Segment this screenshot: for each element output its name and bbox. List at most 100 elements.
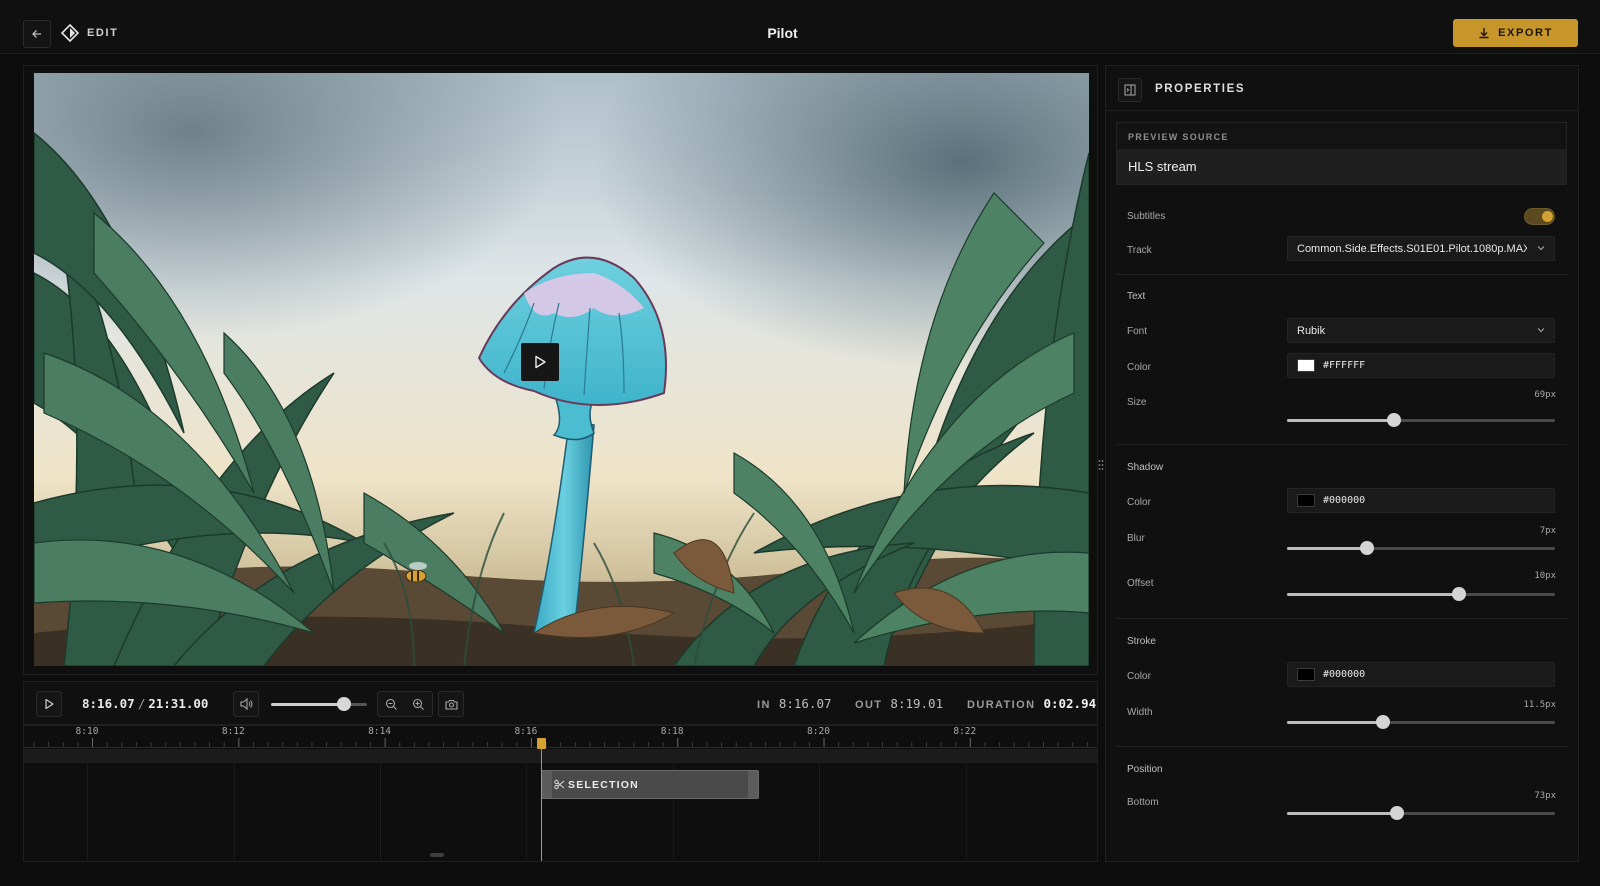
chevron-down-icon (1537, 246, 1545, 251)
zoom-out-icon (385, 698, 397, 710)
slider-fill (1287, 812, 1397, 815)
stroke-color-swatch[interactable] (1297, 668, 1315, 681)
video-play-button[interactable] (521, 343, 559, 381)
gridline (234, 763, 235, 861)
blur-label: Blur (1127, 533, 1145, 544)
size-slider[interactable] (1287, 413, 1555, 427)
volume-slider[interactable] (271, 697, 367, 711)
video-panel (23, 65, 1098, 675)
divider (1116, 444, 1567, 445)
toggle-panel-button[interactable] (1118, 78, 1142, 102)
gridline (819, 763, 820, 861)
zoom-out-button[interactable] (378, 692, 405, 716)
top-bar: EDIT Pilot EXPORT (0, 0, 1600, 54)
page-title: Pilot (767, 25, 798, 41)
zoom-controls (377, 691, 433, 717)
preview-source-label: PREVIEW SOURCE (1128, 132, 1229, 142)
stroke-color-field[interactable]: #000000 (1287, 662, 1555, 687)
timeline[interactable]: 8:10 8:12 8:14 8:16 8:18 8:20 8:22 SELECTION (23, 725, 1098, 862)
camera-icon (444, 699, 458, 710)
slider-knob[interactable] (1360, 541, 1375, 555)
track-label: Track (1127, 245, 1152, 256)
stroke-color-label: Color (1127, 671, 1151, 682)
selection-start-handle[interactable] (542, 771, 552, 798)
track-select[interactable]: Common.Side.Effects.S01E01.Pilot.1080p.M… (1287, 236, 1555, 261)
preview-source: PREVIEW SOURCE HLS stream (1116, 122, 1567, 185)
track-bar (24, 749, 1097, 763)
divider (1116, 746, 1567, 747)
volume-fill (271, 703, 344, 706)
video-frame (34, 73, 1089, 666)
chevron-down-icon (1537, 328, 1545, 333)
slider-knob[interactable] (1387, 413, 1402, 427)
tick-label: 8:10 (75, 726, 99, 737)
timeline-scrollbar[interactable] (430, 853, 444, 857)
play-button[interactable] (36, 691, 62, 717)
blur-slider[interactable] (1287, 541, 1555, 555)
current-time: 8:16.07 (82, 696, 135, 711)
export-button[interactable]: EXPORT (1453, 19, 1578, 47)
properties-header: PROPERTIES (1106, 66, 1578, 111)
text-color-swatch[interactable] (1297, 359, 1315, 372)
tick-label: 8:20 (807, 726, 830, 737)
offset-value: 10px (1534, 571, 1556, 581)
zoom-in-button[interactable] (405, 692, 432, 716)
track-value: Common.Side.Effects.S01E01.Pilot.1080p.M… (1297, 242, 1527, 255)
stroke-color-value: #000000 (1323, 669, 1366, 680)
size-label: Size (1127, 397, 1147, 408)
gridline (966, 763, 967, 861)
selection-label: SELECTION (568, 778, 639, 791)
selection-end-handle[interactable] (748, 771, 758, 798)
out-time: 8:19.01 (890, 696, 944, 711)
font-select[interactable]: Rubik (1287, 318, 1555, 343)
playhead-handle[interactable] (537, 738, 546, 749)
tick-label: 8:22 (953, 726, 977, 737)
volume-knob[interactable] (336, 697, 351, 711)
offset-label: Offset (1127, 578, 1154, 589)
playback-controls: 8:16.07/21:31.00 IN 8:16.07 OUT 8:19.01 DU… (23, 681, 1098, 725)
shadow-color-field[interactable]: #000000 (1287, 488, 1555, 513)
zoom-in-icon (412, 698, 424, 710)
slider-fill (1287, 419, 1395, 422)
tick-label: 8:12 (221, 726, 245, 737)
width-label: Width (1127, 707, 1153, 718)
volume-button[interactable] (233, 691, 259, 717)
duration-label: DURATION (967, 699, 1036, 711)
gridline (526, 763, 527, 861)
shadow-color-swatch[interactable] (1297, 494, 1315, 507)
selection-clip[interactable]: SELECTION (541, 770, 759, 799)
grip-vertical-icon (1098, 460, 1104, 470)
export-label: EXPORT (1498, 27, 1553, 39)
blur-value: 7px (1539, 526, 1556, 536)
offset-slider[interactable] (1287, 587, 1555, 601)
ruler-ticks (24, 738, 1097, 748)
play-icon (535, 355, 546, 369)
divider (1116, 618, 1567, 619)
slider-knob[interactable] (1376, 715, 1391, 729)
slider-knob[interactable] (1389, 806, 1404, 820)
slider-fill (1287, 593, 1459, 596)
bottom-slider[interactable] (1287, 806, 1555, 820)
slider-fill (1287, 721, 1384, 724)
slider-knob[interactable] (1451, 587, 1466, 601)
stroke-section-title: Stroke (1127, 636, 1156, 647)
time-separator: / (137, 696, 146, 711)
in-time: 8:16.07 (778, 696, 832, 711)
divider (1116, 274, 1567, 275)
preview-source-value[interactable]: HLS stream (1117, 149, 1566, 184)
video-preview[interactable] (34, 73, 1089, 666)
text-color-field[interactable]: #FFFFFF (1287, 353, 1555, 378)
tick-label: 8:18 (660, 726, 684, 737)
text-section-title: Text (1127, 291, 1146, 302)
time-ruler[interactable]: 8:10 8:12 8:14 8:16 8:18 8:20 8:22 (24, 726, 1097, 748)
shadow-section-title: Shadow (1127, 462, 1164, 473)
snapshot-button[interactable] (438, 691, 464, 717)
text-color-value: #FFFFFF (1323, 360, 1366, 371)
subtitles-toggle[interactable] (1524, 208, 1555, 225)
subtitles-label: Subtitles (1127, 211, 1166, 222)
shadow-color-value: #000000 (1323, 495, 1366, 506)
width-slider[interactable] (1287, 715, 1555, 729)
bottom-value: 73px (1534, 791, 1556, 801)
sidebar-toggle-icon (1124, 84, 1136, 96)
font-label: Font (1127, 326, 1148, 337)
